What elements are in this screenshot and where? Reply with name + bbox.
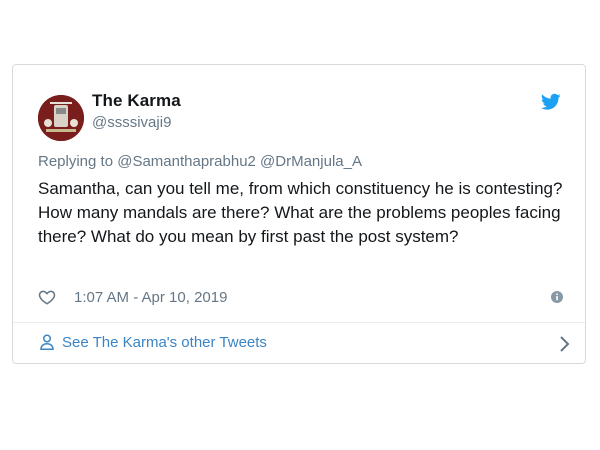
chevron-right-icon[interactable] — [559, 335, 571, 353]
heart-icon[interactable] — [38, 288, 56, 306]
person-icon — [40, 334, 54, 350]
tweet-text: Samantha, can you tell me, from which co… — [38, 179, 563, 246]
see-other-tweets-link[interactable]: See The Karma's other Tweets — [13, 323, 585, 365]
twitter-bird-icon[interactable] — [541, 93, 561, 111]
replying-mentions[interactable]: @Samanthaprabhu2 @DrManjula_A — [117, 153, 362, 170]
tweet-meta: 1:07 AM - Apr 10, 2019 — [38, 287, 227, 307]
author-avatar[interactable] — [38, 95, 84, 141]
tweet-card[interactable]: The Karma @ssssivaji9 Replying to @Saman… — [12, 64, 586, 364]
see-other-tweets-label[interactable]: See The Karma's other Tweets — [62, 334, 267, 351]
info-icon[interactable] — [551, 291, 563, 303]
replying-prefix: Replying to — [38, 153, 114, 170]
author-name[interactable]: The Karma — [92, 91, 181, 111]
tweet-timestamp[interactable]: 1:07 AM - Apr 10, 2019 — [74, 289, 227, 306]
replying-to: Replying to @Samanthaprabhu2 @DrManjula_… — [38, 153, 362, 170]
author-handle[interactable]: @ssssivaji9 — [92, 114, 171, 131]
